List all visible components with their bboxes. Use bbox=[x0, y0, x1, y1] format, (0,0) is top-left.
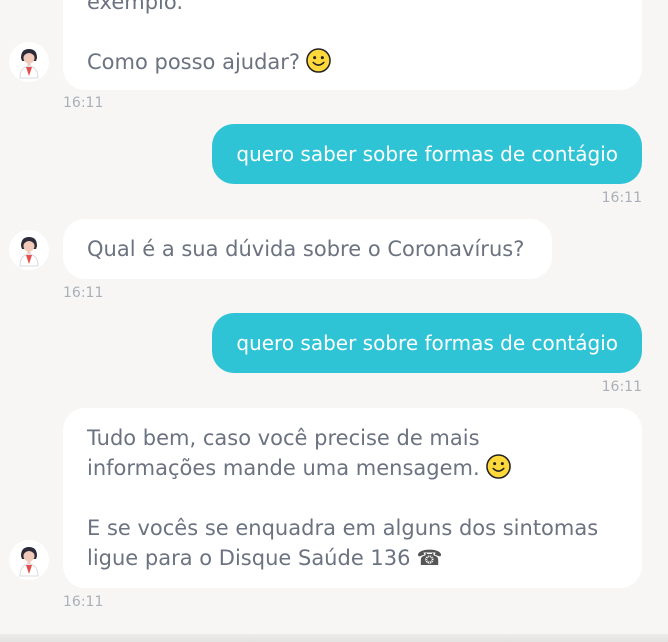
message-text: ligue para o Disque Saúde 136 bbox=[87, 546, 411, 570]
message-line: E se vocês se enquadra em alguns dos sin… bbox=[87, 516, 599, 540]
message-timestamp: 16:11 bbox=[601, 379, 642, 395]
message-line: ligue para o Disque Saúde 136 ☎ bbox=[87, 543, 618, 573]
bot-avatar bbox=[9, 540, 49, 580]
message-timestamp: 16:11 bbox=[601, 190, 642, 206]
message-timestamp: 16:11 bbox=[63, 594, 104, 610]
doctor-avatar-icon bbox=[9, 230, 49, 270]
message-line: Qual é a sua dúvida sobre o Coronavírus? bbox=[87, 237, 525, 261]
smiley-emoji-icon bbox=[485, 454, 511, 479]
user-message: quero saber sobre formas de contágio bbox=[212, 124, 642, 184]
message-line: Tudo bem, caso você precise de mais bbox=[87, 426, 480, 450]
input-area-edge bbox=[0, 634, 668, 642]
bot-avatar bbox=[9, 42, 49, 82]
message-text: Como posso ajudar? bbox=[87, 50, 301, 74]
bot-message: Qual é a sua dúvida sobre o Coronavírus? bbox=[63, 219, 552, 279]
message-line bbox=[87, 17, 618, 47]
chat-thread: exemplo. Como posso ajudar? 16:11 quero … bbox=[0, 0, 668, 642]
message-line: informações mande uma mensagem. bbox=[87, 453, 618, 483]
message-timestamp: 16:11 bbox=[63, 285, 104, 301]
user-message: quero saber sobre formas de contágio bbox=[212, 313, 642, 373]
message-line: exemplo. bbox=[87, 0, 184, 14]
doctor-avatar-icon bbox=[9, 42, 49, 82]
message-timestamp: 16:11 bbox=[63, 95, 104, 111]
smiley-emoji-icon bbox=[306, 48, 331, 73]
doctor-avatar-icon bbox=[9, 540, 49, 580]
bot-message: Tudo bem, caso você precise de mais info… bbox=[63, 408, 642, 588]
message-text: informações mande uma mensagem. bbox=[87, 456, 480, 480]
bot-avatar bbox=[9, 230, 49, 270]
message-line bbox=[87, 483, 618, 513]
bot-message: exemplo. Como posso ajudar? bbox=[63, 0, 642, 90]
message-line: Como posso ajudar? bbox=[87, 47, 618, 77]
telephone-icon: ☎ bbox=[416, 546, 443, 570]
